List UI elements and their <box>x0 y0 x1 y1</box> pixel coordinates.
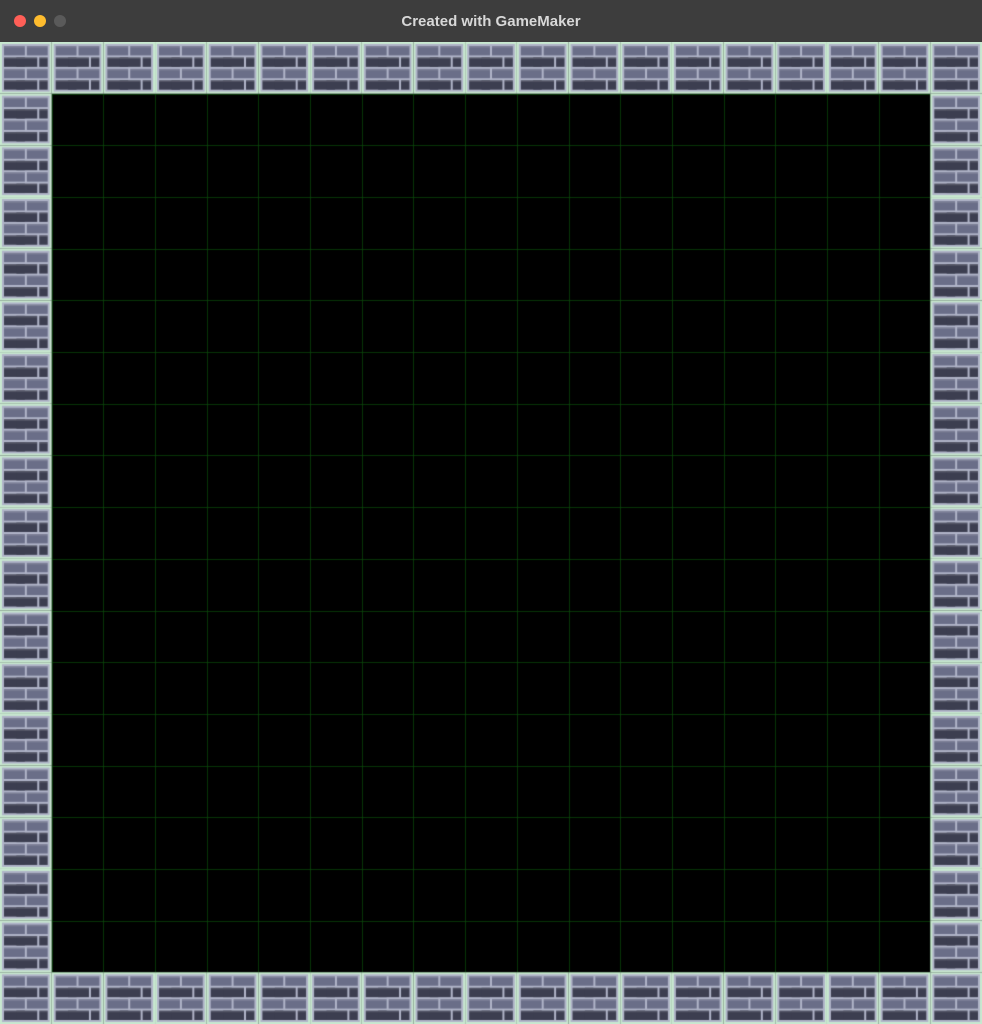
titlebar: Created with GameMaker <box>0 0 982 42</box>
maximize-button[interactable] <box>54 15 66 27</box>
game-canvas[interactable] <box>0 42 982 1024</box>
minimize-button[interactable] <box>34 15 46 27</box>
game-viewport[interactable] <box>0 42 982 1024</box>
window-controls <box>0 15 66 27</box>
window-title: Created with GameMaker <box>0 13 982 30</box>
app-window: Created with GameMaker <box>0 0 982 1024</box>
close-button[interactable] <box>14 15 26 27</box>
